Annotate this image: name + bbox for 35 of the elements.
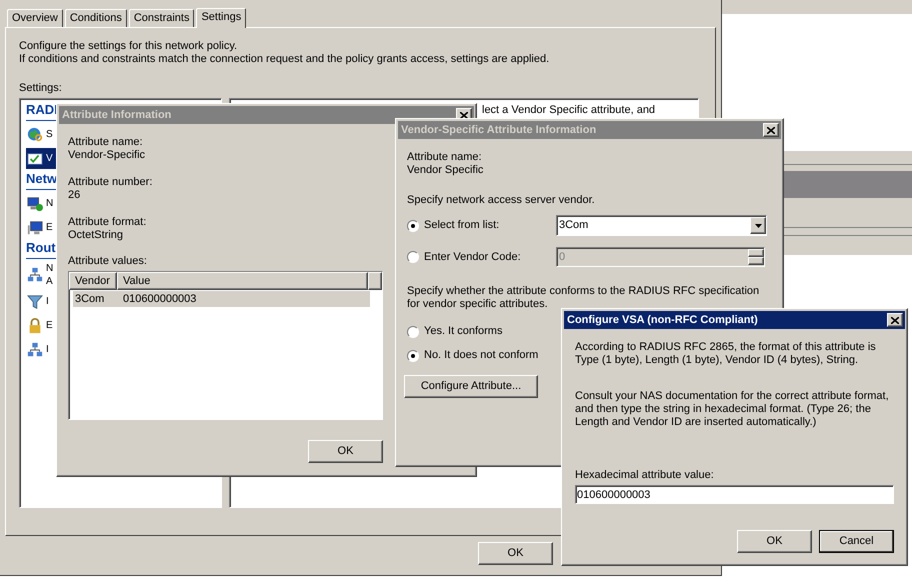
info-text: Consult your NAS documentation for the correct attribute format, and then type the string in hexadecimal format. (Type 26; the Length and Vendor ID are inserted automatically.) — [575, 390, 890, 429]
table-cell-text: 3Com — [74, 292, 106, 306]
field-value: Vendor Specific — [407, 164, 484, 177]
item-label: E — [46, 319, 54, 332]
field-value: 26 — [68, 189, 80, 202]
radio-label: No. It does not conform — [424, 349, 538, 362]
table-cell-text: 010600000003 — [122, 292, 196, 306]
field-label: Attribute number: — [68, 176, 152, 189]
window-title: Configure VSA (non-RFC Compliant) — [567, 314, 758, 326]
item-label: N — [46, 197, 54, 210]
info-text: According to RADIUS RFC 2865, the format of this attribute is Type (1 byte), Length (1 byte), Vendor ID (4 bytes), String. — [575, 341, 877, 367]
field-label: Hexadecimal attribute value: — [575, 469, 715, 482]
prompt-text: Specify whether the attribute conforms to the RADIUS RFC specification for vendor specific attributes. — [407, 285, 760, 311]
item-label: I — [46, 295, 50, 308]
field-label: Attribute format: — [68, 216, 146, 229]
field-value: Vendor-Specific — [68, 149, 146, 162]
item-label: N A — [46, 262, 54, 288]
field-label: Attribute name: — [68, 136, 143, 149]
radio-label: Yes. It conforms — [424, 325, 502, 338]
description-text: If conditions and constraints match the connection request and the policy grants access, settings are applied. — [19, 53, 550, 66]
description-text: Configure the settings for this network policy. — [19, 40, 238, 53]
field-value: OctetString — [68, 229, 124, 242]
radio-label: Enter Vendor Code: — [423, 250, 522, 264]
prompt-text: Specify network access server vendor. — [407, 194, 595, 207]
window-title: Vendor-Specific Attribute Information — [401, 124, 596, 136]
item-label: E — [46, 221, 54, 234]
radio-label: Select from list: — [423, 219, 500, 232]
item-label: V — [46, 152, 54, 165]
item-label: I — [46, 343, 50, 356]
field-label: Attribute name: — [407, 151, 482, 164]
settings-label: Settings: — [19, 82, 63, 95]
details-text: lect a Vendor Specific attribute, and — [482, 104, 656, 116]
values-label: Attribute values: — [68, 255, 147, 268]
window-title: Attribute Information — [62, 108, 172, 122]
item-label: S — [46, 128, 54, 141]
